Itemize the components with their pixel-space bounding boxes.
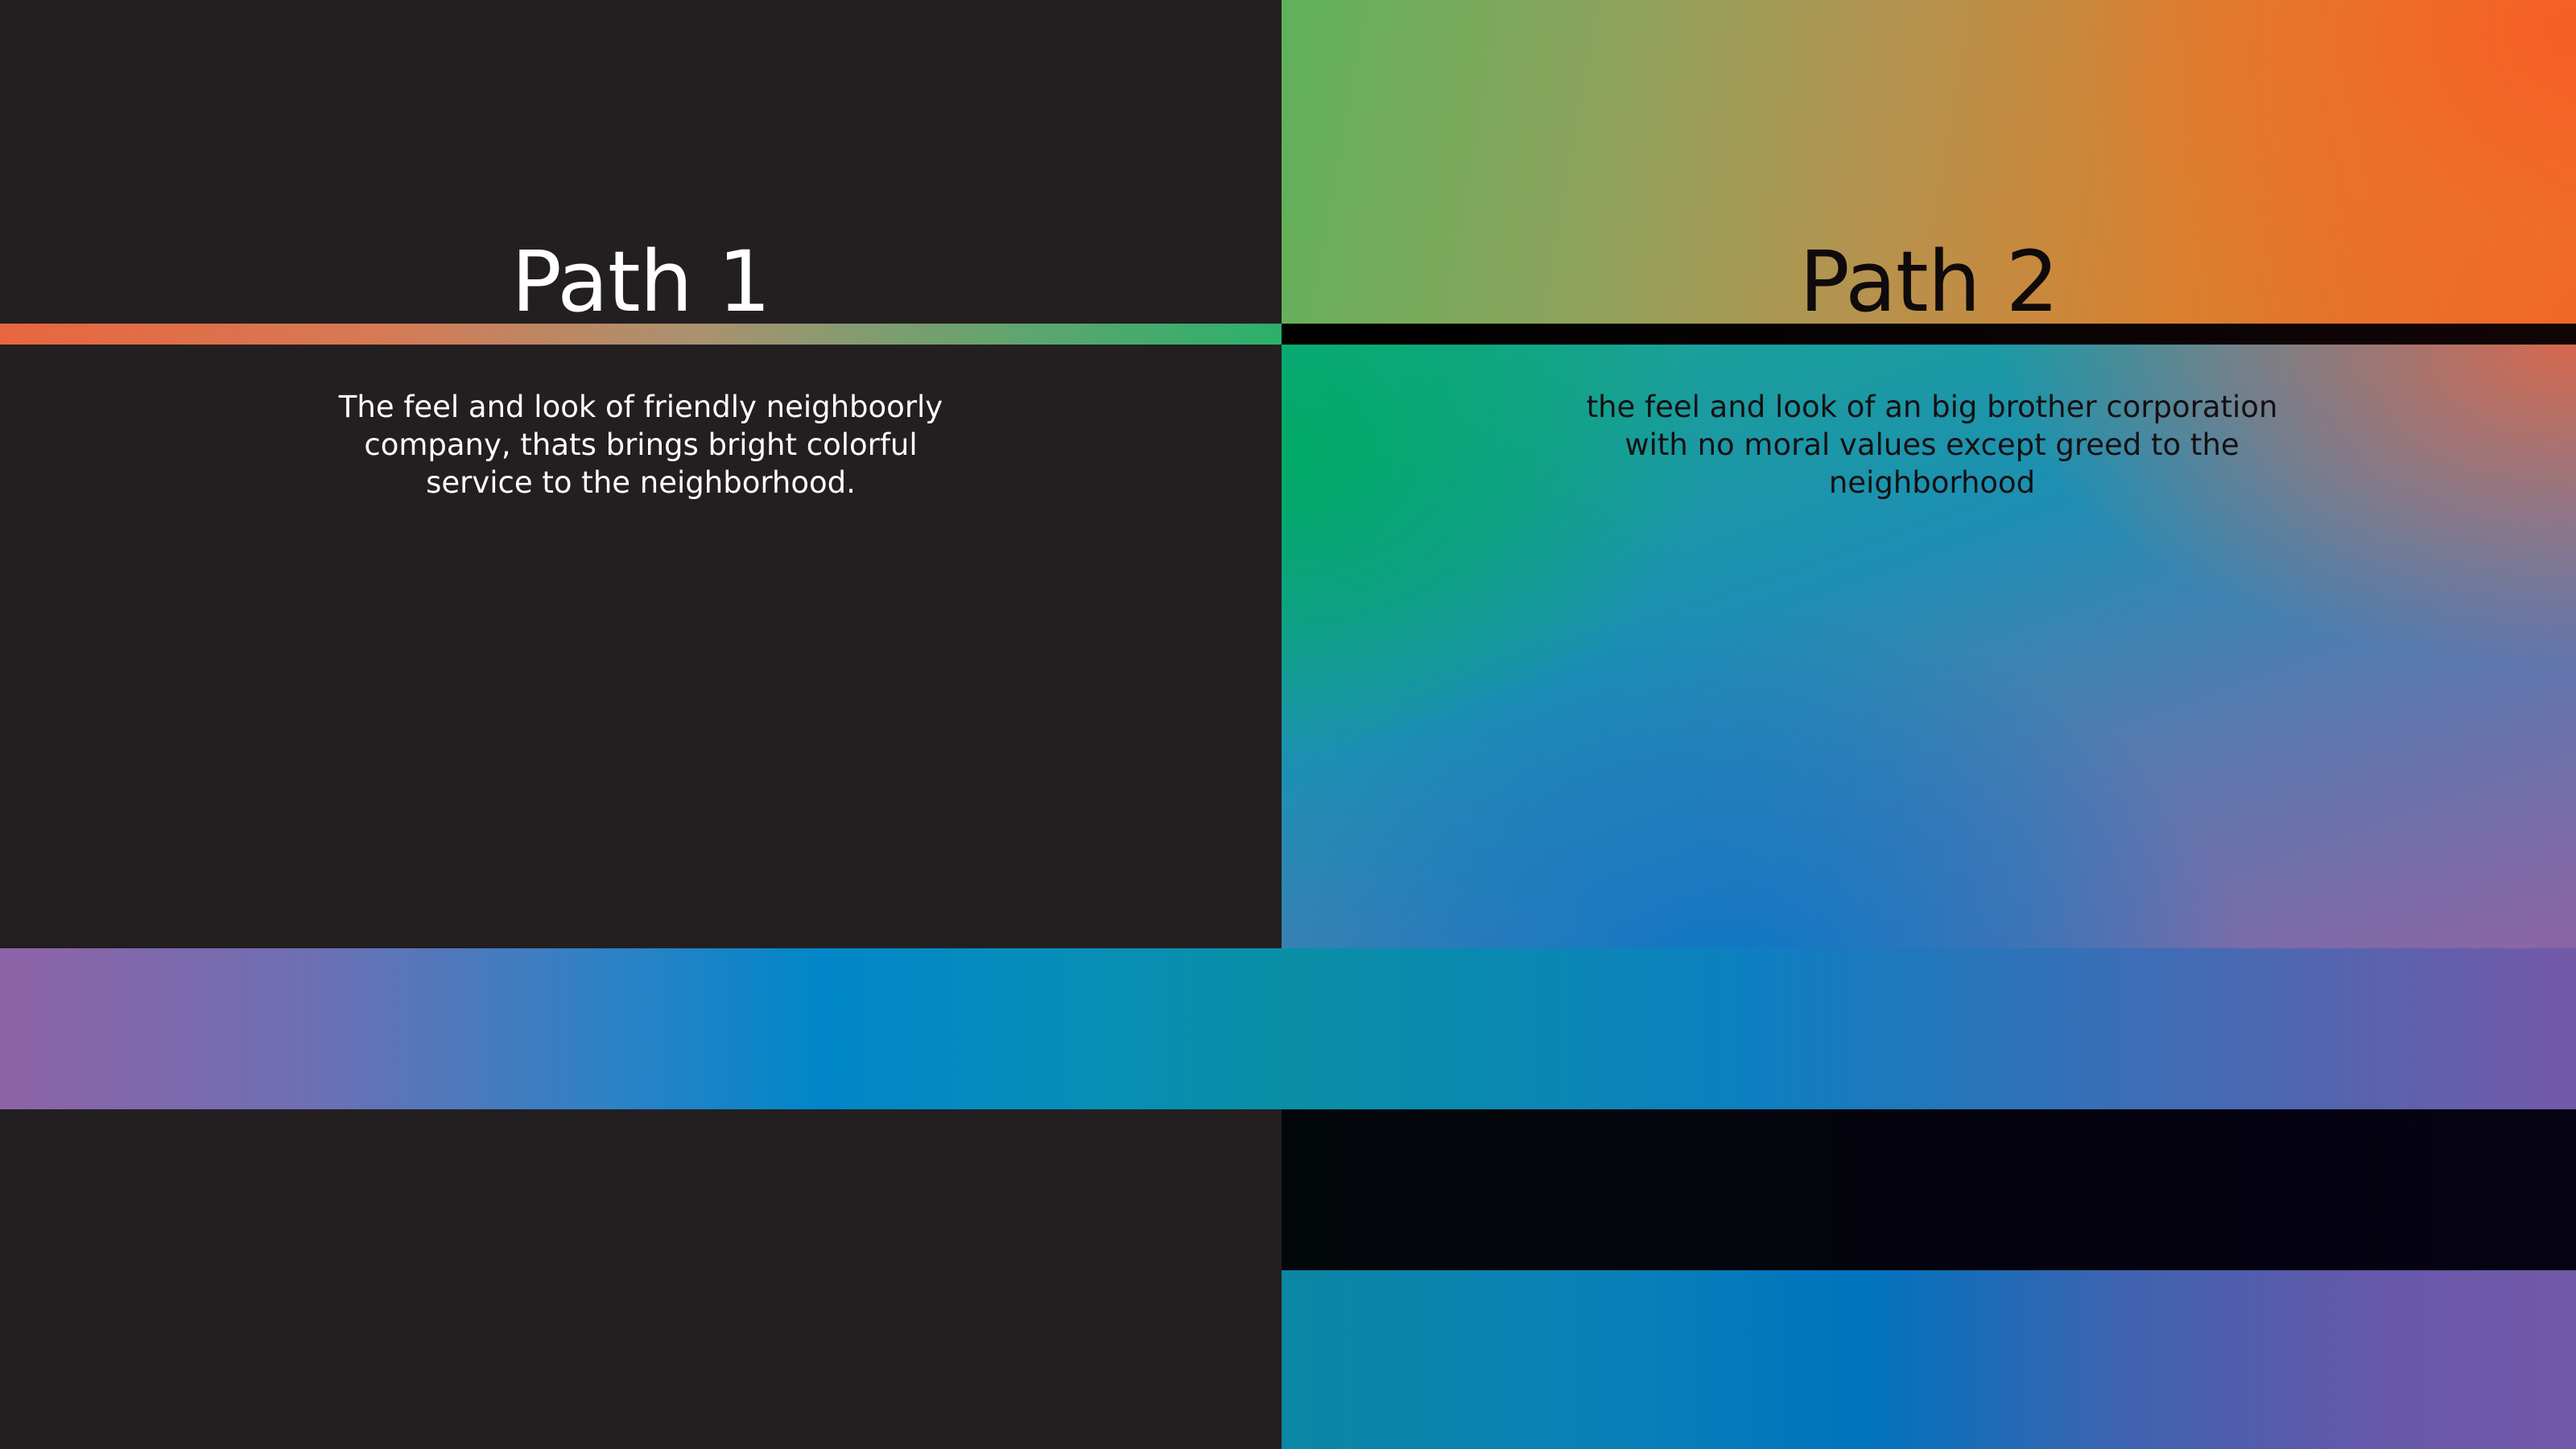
path2-bottom-gradient [1282,1270,2576,1449]
path2-dark-block [1282,1109,2576,1270]
path2-description: the feel and look of an big brother corp… [1586,390,2278,500]
gradient-band [0,948,2576,1109]
slide-canvas: Path 1 The feel and look of friendly nei… [0,0,2576,1449]
path1-title: Path 1 [511,233,771,331]
path2-title: Path 2 [1799,233,2059,331]
path1-bottom-area [0,1109,1282,1449]
path1-description: The feel and look of friendly neighboorl… [338,390,943,500]
